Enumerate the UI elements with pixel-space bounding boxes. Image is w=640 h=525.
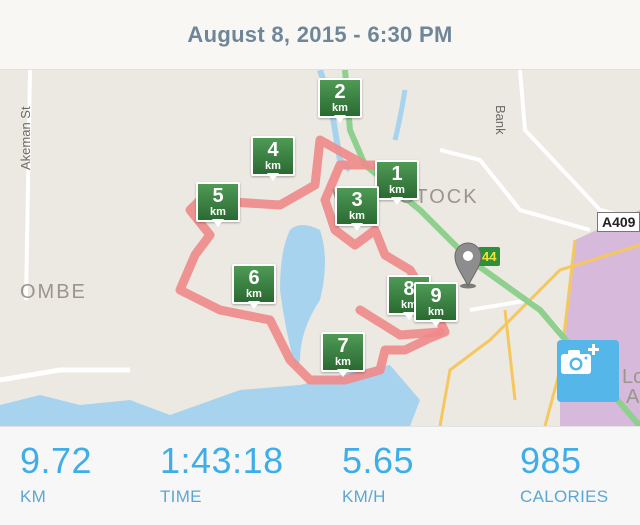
road-badge-a409: A409: [597, 212, 640, 232]
km-marker-number: 3: [351, 189, 363, 211]
stat-time-label: TIME: [160, 487, 202, 506]
workout-stats-bar: 9.72 KM 1:43:18 TIME 5.65 KM/H 985 CALOR…: [0, 426, 640, 525]
stream: [392, 89, 408, 141]
road-yellow: [503, 309, 517, 401]
km-marker-3[interactable]: 3 km: [335, 186, 379, 234]
village-label: OMBE: [20, 281, 87, 303]
km-marker-number: 6: [248, 267, 260, 289]
place-label-a: A: [626, 386, 640, 408]
km-marker-2[interactable]: 2 km: [318, 78, 362, 126]
km-marker-number: 9: [430, 285, 442, 307]
km-marker-1[interactable]: 1 km: [375, 160, 419, 208]
stat-distance-label: KM: [20, 487, 47, 506]
stat-time-value: 1:43:18: [160, 440, 284, 481]
street-label-akeman: Akeman St: [18, 106, 33, 170]
km-marker-5[interactable]: 5 km: [196, 182, 240, 230]
km-marker-number: 1: [391, 163, 403, 185]
km-marker-4[interactable]: 4 km: [251, 136, 295, 184]
km-marker-9[interactable]: 9 km: [414, 282, 458, 330]
stat-speed-value: 5.65: [342, 440, 415, 481]
stat-distance-value: 9.72: [20, 440, 93, 481]
stat-time: 1:43:18 TIME: [160, 441, 284, 507]
km-marker-unit: km: [389, 184, 405, 196]
km-marker-number: 7: [337, 335, 349, 357]
route-map[interactable]: OMBE W STOCK Lo A Akeman St Bank A409 44…: [0, 70, 640, 426]
km-marker-unit: km: [335, 356, 351, 368]
street-label-bank: Bank: [493, 105, 508, 135]
add-photo-button[interactable]: [557, 340, 619, 402]
stat-calories: 985 CALORIES: [520, 441, 608, 507]
km-marker-number: 5: [212, 185, 224, 207]
km-marker-unit: km: [349, 210, 365, 222]
road: [0, 367, 130, 383]
km-marker-number: 2: [334, 81, 346, 103]
km-marker-number: 4: [267, 139, 279, 161]
stat-speed: 5.65 KM/H: [342, 441, 414, 507]
km-marker-6[interactable]: 6 km: [232, 264, 276, 312]
km-marker-unit: km: [246, 288, 262, 300]
road: [24, 70, 32, 301]
stat-calories-label: CALORIES: [520, 487, 609, 506]
workout-date-title: August 8, 2015 - 6:30 PM: [187, 21, 453, 47]
km-marker-unit: km: [265, 160, 281, 172]
km-marker-unit: km: [210, 206, 226, 218]
km-marker-unit: km: [332, 102, 348, 114]
stat-calories-value: 985: [520, 440, 582, 481]
km-marker-unit: km: [428, 306, 444, 318]
camera-plus-icon: [561, 344, 599, 374]
header-bar: August 8, 2015 - 6:30 PM: [0, 0, 640, 70]
road: [518, 70, 640, 222]
stat-speed-label: KM/H: [342, 487, 386, 506]
stat-distance: 9.72 KM: [20, 441, 92, 507]
km-marker-7[interactable]: 7 km: [321, 332, 365, 380]
